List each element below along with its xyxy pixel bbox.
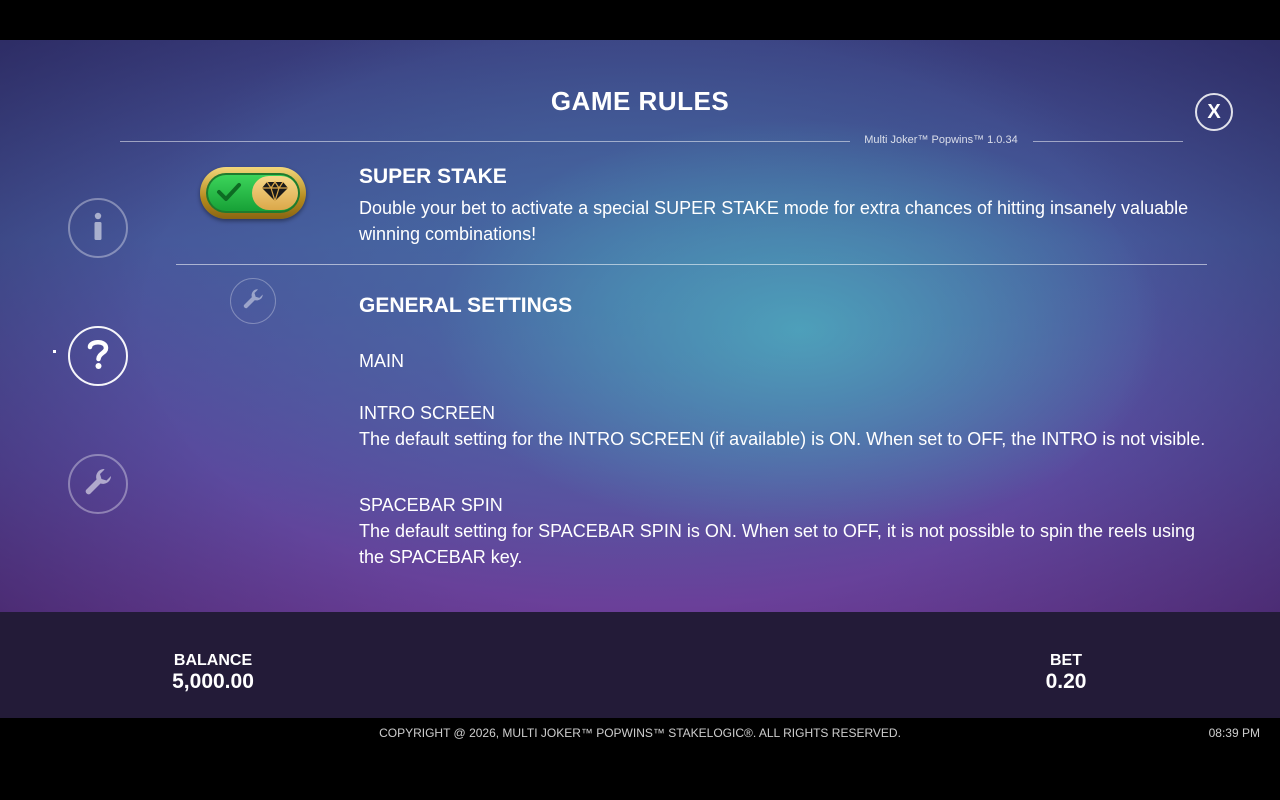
general-settings-icon-badge [230,278,276,324]
info-icon [86,210,110,247]
check-icon [216,181,242,208]
bet-display: BET 0.20 [1016,652,1116,694]
sidebar-item-settings[interactable] [68,454,128,514]
sidebar-item-help[interactable] [68,326,128,386]
section-divider [176,264,1207,265]
main-label: MAIN [359,351,404,371]
top-bar [0,0,1280,40]
general-settings-heading: GENERAL SETTINGS [359,294,573,317]
clock: 08:39 PM [1208,726,1260,740]
wrench-icon [241,287,265,316]
close-label: X [1207,100,1221,123]
active-indicator [53,350,56,353]
diamond-icon [261,180,289,207]
super-stake-heading: SUPER STAKE [359,165,507,188]
intro-screen-label: INTRO SCREEN [359,403,496,423]
title-divider-right [1033,141,1183,142]
bet-label: BET [1050,652,1082,669]
balance-value: 5,000.00 [172,670,254,693]
game-rules-panel: GAME RULES X Multi Joker™ Popwins™ 1.0.3… [0,40,1280,612]
balance-label: BALANCE [173,652,253,669]
spacebar-spin-label: SPACEBAR SPIN [359,495,503,515]
bottom-bar: COPYRIGHT @ 2026, MULTI JOKER™ POPWINS™ … [0,718,1280,800]
page-title: GAME RULES [550,86,730,116]
question-icon [85,338,111,375]
copyright-text: COPYRIGHT @ 2026, MULTI JOKER™ POPWINS™ … [379,726,901,740]
wrench-icon [82,466,114,503]
super-stake-section: SUPER STAKE Double your bet to activate … [359,165,1219,247]
toggle-knob [252,176,298,210]
bet-value: 0.20 [1045,670,1087,693]
title-divider-left [120,141,850,142]
sidebar-item-info[interactable] [68,198,128,258]
intro-screen-text: The default setting for the INTRO SCREEN… [359,429,1206,449]
version-label: Multi Joker™ Popwins™ 1.0.34 [864,134,1018,146]
close-button[interactable]: X [1195,93,1233,131]
super-stake-text: Double your bet to activate a special SU… [359,198,1189,244]
footer-bar: BALANCE 5,000.00 BET 0.20 [0,612,1280,718]
general-settings-section: GENERAL SETTINGS MAIN INTRO SCREEN The d… [359,294,1219,570]
super-stake-toggle[interactable] [200,167,306,219]
spacebar-spin-text: The default setting for SPACEBAR SPIN is… [359,521,1196,567]
balance-display: BALANCE 5,000.00 [153,652,273,694]
